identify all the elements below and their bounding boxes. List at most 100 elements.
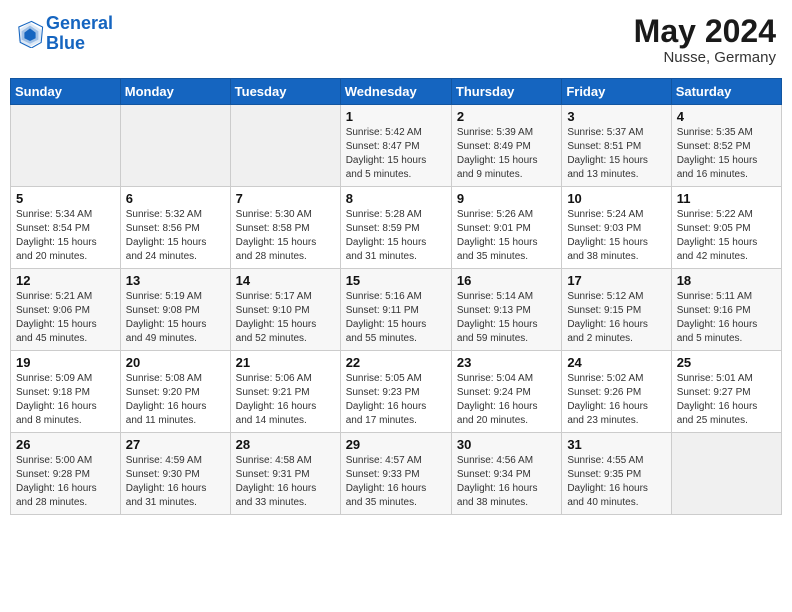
calendar-cell: 6Sunrise: 5:32 AM Sunset: 8:56 PM Daylig… — [120, 187, 230, 269]
calendar-cell: 8 Sunrise: 5:28 AM Sunset: 8:59 PM Daylig… — [340, 187, 451, 269]
day-number: 5 — [16, 191, 116, 206]
weekday-header-sunday: Sunday — [11, 79, 121, 105]
weekday-header-wednesday: Wednesday — [340, 79, 451, 105]
calendar-cell — [11, 105, 121, 187]
day-info: Sunrise: 5:14 AM Sunset: 9:13 PM Dayligh… — [457, 290, 557, 346]
calendar-cell: 2 Sunrise: 5:39 AM Sunset: 8:49 PM Daylig… — [451, 105, 561, 187]
calendar-cell: 11Sunrise: 5:22 AM Sunset: 9:05 PM Dayli… — [671, 187, 781, 269]
day-info: Sunrise: 5:09 AM Sunset: 9:18 PM Dayligh… — [16, 372, 116, 428]
day-number: 29 — [346, 437, 447, 452]
day-number: 16 — [457, 273, 557, 288]
calendar-cell — [671, 433, 781, 515]
day-number: 7 — [236, 191, 336, 206]
day-info: Sunrise: 5:16 AM Sunset: 9:11 PM Dayligh… — [346, 290, 447, 346]
day-info: Sunrise: 5:26 AM Sunset: 9:01 PM Dayligh… — [457, 208, 557, 264]
calendar-cell: 13 Sunrise: 5:19 AM Sunset: 9:08 PM Dayli… — [120, 269, 230, 351]
day-info: Sunrise: 5:01 AM Sunset: 9:27 PM Dayligh… — [677, 372, 777, 428]
calendar-cell: 14 Sunrise: 5:17 AM Sunset: 9:10 PM Dayli… — [230, 269, 340, 351]
day-number: 30 — [457, 437, 557, 452]
day-number: 20 — [126, 355, 226, 370]
calendar-cell: 12 Sunrise: 5:21 AM Sunset: 9:06 PM Dayli… — [11, 269, 121, 351]
day-number: 23 — [457, 355, 557, 370]
day-info: Sunrise: 5:32 AM Sunset: 8:56 PM Dayligh… — [126, 208, 226, 264]
day-number: 2 — [457, 109, 557, 124]
day-info: Sunrise: 4:56 AM Sunset: 9:34 PM Dayligh… — [457, 454, 557, 510]
calendar-cell: 3 Sunrise: 5:37 AM Sunset: 8:51 PM Daylig… — [562, 105, 671, 187]
calendar-cell: 16 Sunrise: 5:14 AM Sunset: 9:13 PM Dayli… — [451, 269, 561, 351]
calendar-cell: 26Sunrise: 5:00 AM Sunset: 9:28 PM Dayli… — [11, 433, 121, 515]
day-number: 13 — [126, 273, 226, 288]
location: Nusse, Germany — [634, 49, 776, 66]
day-info: Sunrise: 4:55 AM Sunset: 9:35 PM Dayligh… — [567, 454, 666, 510]
calendar-table: SundayMondayTuesdayWednesdayThursdayFrid… — [10, 78, 782, 515]
calendar-cell: 24 Sunrise: 5:02 AM Sunset: 9:26 PM Dayli… — [562, 351, 671, 433]
day-number: 19 — [16, 355, 116, 370]
logo-icon — [16, 20, 44, 48]
day-info: Sunrise: 5:42 AM Sunset: 8:47 PM Dayligh… — [346, 126, 447, 182]
day-number: 11 — [677, 191, 777, 206]
calendar-cell: 5 Sunrise: 5:34 AM Sunset: 8:54 PM Daylig… — [11, 187, 121, 269]
day-number: 8 — [346, 191, 447, 206]
calendar-cell: 9 Sunrise: 5:26 AM Sunset: 9:01 PM Daylig… — [451, 187, 561, 269]
month-year: May 2024 — [634, 14, 776, 49]
week-row-4: 19 Sunrise: 5:09 AM Sunset: 9:18 PM Dayli… — [11, 351, 782, 433]
day-number: 14 — [236, 273, 336, 288]
day-number: 9 — [457, 191, 557, 206]
day-info: Sunrise: 5:02 AM Sunset: 9:26 PM Dayligh… — [567, 372, 666, 428]
calendar-cell: 7Sunrise: 5:30 AM Sunset: 8:58 PM Daylig… — [230, 187, 340, 269]
calendar-cell: 18 Sunrise: 5:11 AM Sunset: 9:16 PM Dayli… — [671, 269, 781, 351]
day-info: Sunrise: 5:17 AM Sunset: 9:10 PM Dayligh… — [236, 290, 336, 346]
logo-blue: Blue — [46, 33, 85, 53]
day-info: Sunrise: 5:19 AM Sunset: 9:08 PM Dayligh… — [126, 290, 226, 346]
day-info: Sunrise: 5:06 AM Sunset: 9:21 PM Dayligh… — [236, 372, 336, 428]
day-info: Sunrise: 5:21 AM Sunset: 9:06 PM Dayligh… — [16, 290, 116, 346]
weekday-header-monday: Monday — [120, 79, 230, 105]
weekday-header-saturday: Saturday — [671, 79, 781, 105]
calendar-cell — [120, 105, 230, 187]
day-info: Sunrise: 5:28 AM Sunset: 8:59 PM Dayligh… — [346, 208, 447, 264]
day-info: Sunrise: 5:39 AM Sunset: 8:49 PM Dayligh… — [457, 126, 557, 182]
logo-general: General — [46, 13, 113, 33]
logo: General Blue — [16, 14, 113, 54]
week-row-3: 12 Sunrise: 5:21 AM Sunset: 9:06 PM Dayli… — [11, 269, 782, 351]
day-number: 4 — [677, 109, 777, 124]
day-info: Sunrise: 5:05 AM Sunset: 9:23 PM Dayligh… — [346, 372, 447, 428]
calendar-cell: 23 Sunrise: 5:04 AM Sunset: 9:24 PM Dayli… — [451, 351, 561, 433]
day-info: Sunrise: 5:08 AM Sunset: 9:20 PM Dayligh… — [126, 372, 226, 428]
day-info: Sunrise: 5:04 AM Sunset: 9:24 PM Dayligh… — [457, 372, 557, 428]
day-info: Sunrise: 5:24 AM Sunset: 9:03 PM Dayligh… — [567, 208, 666, 264]
calendar-cell: 31Sunrise: 4:55 AM Sunset: 9:35 PM Dayli… — [562, 433, 671, 515]
day-number: 3 — [567, 109, 666, 124]
day-info: Sunrise: 4:57 AM Sunset: 9:33 PM Dayligh… — [346, 454, 447, 510]
day-number: 28 — [236, 437, 336, 452]
day-info: Sunrise: 5:35 AM Sunset: 8:52 PM Dayligh… — [677, 126, 777, 182]
calendar-cell: 28 Sunrise: 4:58 AM Sunset: 9:31 PM Dayli… — [230, 433, 340, 515]
calendar-cell: 19 Sunrise: 5:09 AM Sunset: 9:18 PM Dayli… — [11, 351, 121, 433]
day-number: 12 — [16, 273, 116, 288]
calendar-cell: 25 Sunrise: 5:01 AM Sunset: 9:27 PM Dayli… — [671, 351, 781, 433]
day-info: Sunrise: 4:58 AM Sunset: 9:31 PM Dayligh… — [236, 454, 336, 510]
day-info: Sunrise: 5:12 AM Sunset: 9:15 PM Dayligh… — [567, 290, 666, 346]
weekday-header-row: SundayMondayTuesdayWednesdayThursdayFrid… — [11, 79, 782, 105]
title-block: May 2024 Nusse, Germany — [634, 14, 776, 66]
day-number: 15 — [346, 273, 447, 288]
calendar-cell: 27Sunrise: 4:59 AM Sunset: 9:30 PM Dayli… — [120, 433, 230, 515]
day-number: 18 — [677, 273, 777, 288]
day-number: 21 — [236, 355, 336, 370]
day-number: 22 — [346, 355, 447, 370]
week-row-2: 5 Sunrise: 5:34 AM Sunset: 8:54 PM Daylig… — [11, 187, 782, 269]
calendar-cell: 22 Sunrise: 5:05 AM Sunset: 9:23 PM Dayli… — [340, 351, 451, 433]
calendar-cell: 17 Sunrise: 5:12 AM Sunset: 9:15 PM Dayli… — [562, 269, 671, 351]
day-info: Sunrise: 5:34 AM Sunset: 8:54 PM Dayligh… — [16, 208, 116, 264]
day-number: 24 — [567, 355, 666, 370]
week-row-1: 1 Sunrise: 5:42 AM Sunset: 8:47 PM Daylig… — [11, 105, 782, 187]
day-info: Sunrise: 5:37 AM Sunset: 8:51 PM Dayligh… — [567, 126, 666, 182]
calendar-cell: 30 Sunrise: 4:56 AM Sunset: 9:34 PM Dayli… — [451, 433, 561, 515]
day-number: 17 — [567, 273, 666, 288]
calendar-cell: 4 Sunrise: 5:35 AM Sunset: 8:52 PM Daylig… — [671, 105, 781, 187]
day-number: 1 — [346, 109, 447, 124]
day-number: 26 — [16, 437, 116, 452]
calendar-cell: 15 Sunrise: 5:16 AM Sunset: 9:11 PM Dayli… — [340, 269, 451, 351]
day-number: 25 — [677, 355, 777, 370]
day-info: Sunrise: 5:11 AM Sunset: 9:16 PM Dayligh… — [677, 290, 777, 346]
